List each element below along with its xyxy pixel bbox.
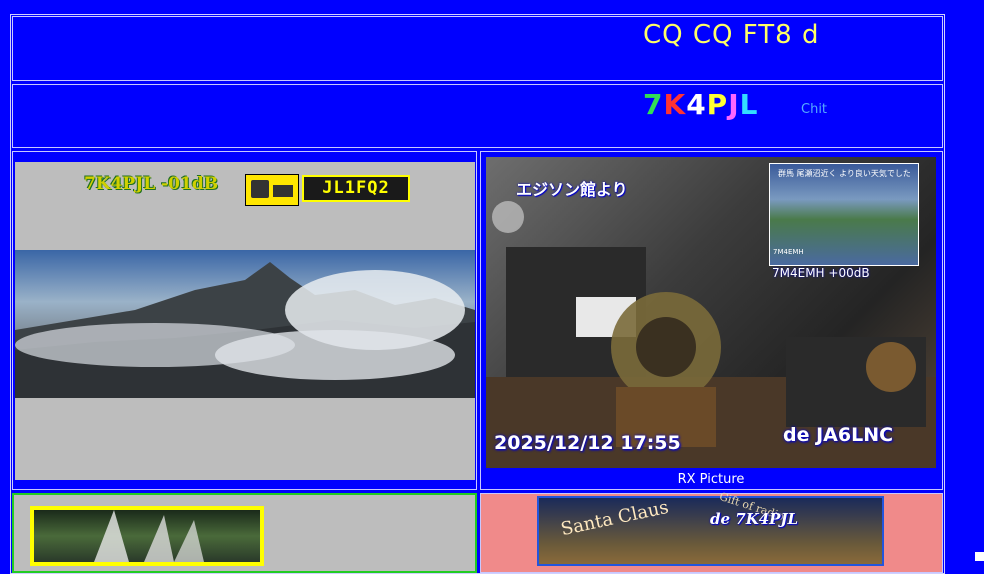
callsign-letter: J	[728, 88, 740, 121]
photo-location-label: エジソン館より	[516, 180, 628, 199]
thumbnail-report: 7M4EMH +00dB	[772, 266, 870, 280]
sender-callsign: de JA6LNC	[783, 424, 894, 446]
rx-thumbnail[interactable]: 群馬 尾瀬沼近く より良い天気でした 7M4EMH	[769, 163, 919, 266]
page-edge	[957, 0, 984, 561]
rx-picture-caption: RX Picture	[677, 472, 745, 487]
bottom-callsign: de 7K4PJL	[710, 510, 799, 528]
callsign-letter: L	[739, 88, 759, 121]
thumbnail-caption: 群馬 尾瀬沼近く より良い天気でした	[778, 169, 910, 178]
callsign-title: 7K4PJL	[643, 88, 758, 121]
mountain-silhouette-icon	[15, 262, 475, 398]
leaves-icon	[94, 510, 204, 562]
callsign-letter: P	[706, 88, 729, 121]
window-corner	[975, 552, 984, 561]
callsign-letter: K	[663, 88, 687, 121]
plant-photo[interactable]	[30, 506, 264, 566]
chit-label: Chit	[801, 102, 828, 117]
rx-timestamp: 2025/12/12 17:55	[494, 432, 681, 454]
cassette-tape-icon	[245, 174, 299, 206]
mountain-photo[interactable]	[15, 250, 475, 398]
page-title: CQ CQ FT8 d	[643, 20, 820, 50]
callsign-letter: 7	[643, 88, 664, 121]
thumbnail-corner-call: 7M4EMH	[773, 248, 804, 256]
callsign-badge: JL1FQ2	[302, 175, 410, 202]
callsign-letter: 4	[686, 88, 707, 121]
signal-report: 7K4PJL -01dB	[84, 174, 219, 194]
